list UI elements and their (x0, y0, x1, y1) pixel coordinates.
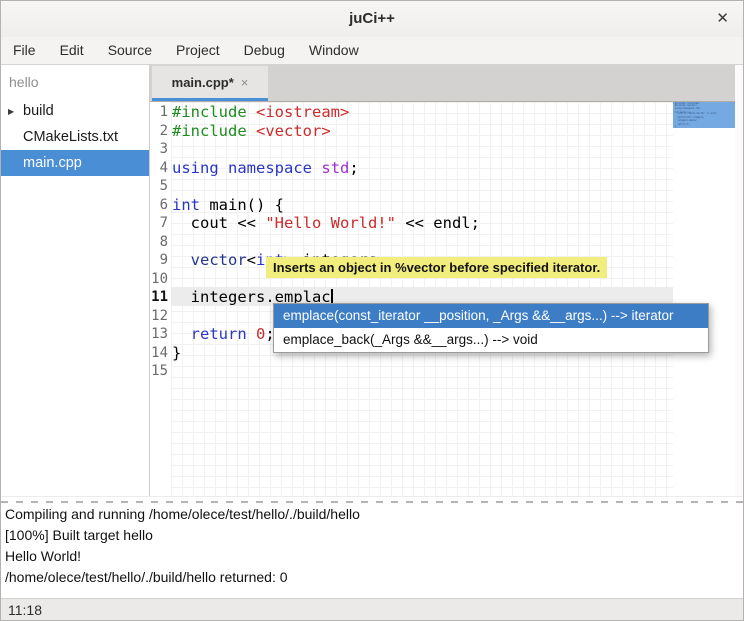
project-label: hello (1, 65, 149, 98)
code-line[interactable]: cout << "Hello World!" << endl; (171, 214, 673, 233)
code-area[interactable]: #include <iostream>#include <vector> usin… (171, 102, 673, 496)
text-caret (331, 289, 333, 304)
line-number: 2 (150, 122, 171, 141)
main-area: hello ▶build CMakeLists.txt main.cpp main.… (1, 65, 743, 496)
file-tree-sidebar[interactable]: hello ▶build CMakeLists.txt main.cpp (1, 65, 150, 496)
completion-item[interactable]: emplace(const_iterator __position, _Args… (274, 304, 708, 328)
line-number-gutter: 123456789101112131415 (150, 102, 171, 496)
menu-project[interactable]: Project (164, 37, 232, 64)
sidebar-item-label: CMakeLists.txt (23, 129, 118, 145)
code-line[interactable] (171, 362, 673, 381)
window-close-button[interactable]: ✕ (712, 1, 733, 36)
signature-tooltip: Inserts an object in %vector before spec… (266, 257, 607, 278)
output-line: /home/olece/test/hello/./build/hello ret… (1, 567, 743, 588)
minimap[interactable]: #include <iostream> #include <vector> us… (673, 102, 737, 496)
statusbar: 11:18 (1, 598, 743, 620)
line-number: 7 (150, 214, 171, 233)
code-line[interactable]: int main() { (171, 196, 673, 215)
scrollbar-gutter (735, 102, 743, 496)
sidebar-item-build[interactable]: ▶build (1, 98, 149, 124)
editor-column: main.cpp*× 123456789101112131415 #includ… (150, 65, 743, 496)
line-number: 8 (150, 233, 171, 252)
line-number: 6 (150, 196, 171, 215)
output-panel[interactable]: Compiling and running /home/olece/test/h… (1, 504, 743, 598)
menu-edit[interactable]: Edit (48, 37, 96, 64)
line-number: 1 (150, 103, 171, 122)
line-number: 15 (150, 362, 171, 381)
line-number: 11 (150, 288, 171, 307)
minimap-code-preview: #include <iostream> #include <vector> us… (675, 103, 717, 127)
line-number: 9 (150, 251, 171, 270)
code-line[interactable]: using namespace std; (171, 159, 673, 178)
line-number: 12 (150, 307, 171, 326)
expander-icon[interactable]: ▶ (8, 107, 22, 116)
line-number: 13 (150, 325, 171, 344)
output-line: Compiling and running /home/olece/test/h… (1, 504, 743, 525)
sidebar-item-label: main.cpp (23, 155, 82, 171)
sidebar-item-label: build (23, 103, 54, 119)
output-line: Hello World! (1, 546, 743, 567)
code-line[interactable]: #include <vector> (171, 122, 673, 141)
tab-main-cpp-[interactable]: main.cpp* × (152, 66, 268, 101)
menu-file[interactable]: File (1, 37, 48, 64)
line-number: 10 (150, 270, 171, 289)
menubar: FileEditSourceProjectDebugWindow (1, 37, 743, 65)
window-title: juCi++ (1, 1, 743, 36)
code-line[interactable] (171, 140, 673, 159)
code-line[interactable] (171, 177, 673, 196)
tab-close-icon[interactable]: × (241, 75, 249, 90)
completion-item[interactable]: emplace_back(_Args &&__args...) --> void (274, 328, 708, 352)
sidebar-item-main-cpp[interactable]: main.cpp (1, 150, 149, 176)
line-number: 5 (150, 177, 171, 196)
menu-debug[interactable]: Debug (232, 37, 297, 64)
menu-source[interactable]: Source (96, 37, 164, 64)
code-line[interactable]: #include <iostream> (171, 103, 673, 122)
line-number: 14 (150, 344, 171, 363)
sidebar-item-cmakelists-txt[interactable]: CMakeLists.txt (1, 124, 149, 150)
clock: 11:18 (8, 602, 42, 618)
output-line: [100%] Built target hello (1, 525, 743, 546)
line-number: 4 (150, 159, 171, 178)
tab-label: main.cpp* (172, 75, 234, 90)
close-icon: ✕ (716, 10, 729, 27)
tabbar: main.cpp* × (150, 65, 735, 102)
juci-window: juCi++ ✕ FileEditSourceProjectDebugWindo… (0, 0, 744, 621)
line-number: 3 (150, 140, 171, 159)
menu-window[interactable]: Window (297, 37, 371, 64)
editor[interactable]: 123456789101112131415 #include <iostream… (150, 102, 743, 496)
titlebar[interactable]: juCi++ ✕ (1, 1, 743, 38)
file-tree: ▶build CMakeLists.txt main.cpp (1, 98, 149, 176)
completion-popup: emplace(const_iterator __position, _Args… (273, 303, 709, 353)
code-line[interactable] (171, 233, 673, 252)
